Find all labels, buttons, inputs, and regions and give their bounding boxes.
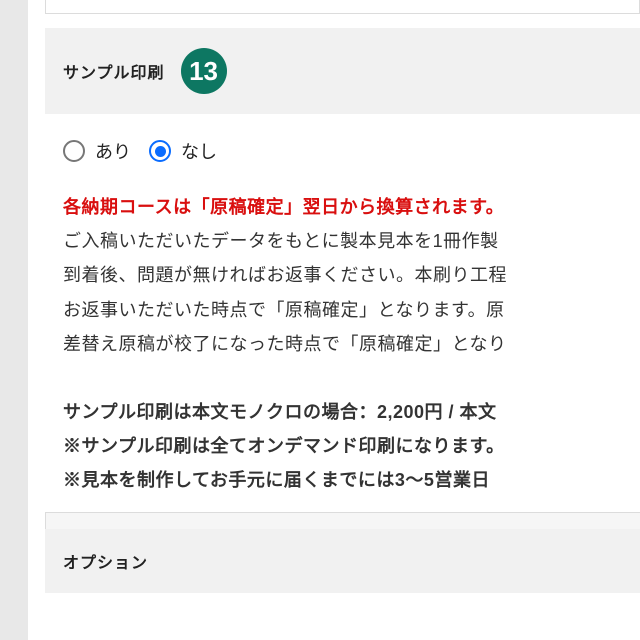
- radio-dot-icon: [155, 146, 166, 157]
- note-text: ※見本を制作してお手元に届くまでには3〜5営業日: [63, 463, 622, 497]
- radio-label-no: なし: [181, 138, 217, 164]
- radio-icon: [63, 140, 85, 162]
- next-section-header: オプション: [45, 529, 640, 593]
- next-section-title: オプション: [63, 555, 148, 572]
- radio-icon-selected: [149, 140, 171, 162]
- price-text: サンプル印刷は本文モノクロの場合：2,200円 / 本文: [63, 395, 622, 429]
- form-panel: サンプル印刷 13 あり なし 各納期コースは「原稿確定」翌日から換算されます。…: [45, 0, 640, 640]
- previous-section-edge: [45, 0, 640, 14]
- desc-line: お返事いただいた時点で「原稿確定」となります。原: [63, 293, 622, 327]
- section-gap: [45, 513, 640, 529]
- section-body: あり なし 各納期コースは「原稿確定」翌日から換算されます。 ご入稿いただいたデ…: [45, 114, 640, 513]
- radio-option-yes[interactable]: あり: [63, 138, 131, 164]
- warning-text: 各納期コースは「原稿確定」翌日から換算されます。: [63, 190, 622, 224]
- left-rail: [0, 0, 28, 640]
- desc-line: ご入稿いただいたデータをもとに製本見本を1冊作製: [63, 224, 622, 258]
- radio-label-yes: あり: [95, 138, 131, 164]
- description-block: 各納期コースは「原稿確定」翌日から換算されます。 ご入稿いただいたデータをもとに…: [63, 190, 622, 498]
- step-number: 13: [189, 56, 218, 87]
- sample-print-radio-group: あり なし: [63, 138, 622, 164]
- section-title: サンプル印刷: [63, 59, 165, 83]
- desc-line: 到着後、問題が無ければお返事ください。本刷り工程: [63, 258, 622, 292]
- desc-line: 差替え原稿が校了になった時点で「原稿確定」となり: [63, 327, 622, 361]
- step-badge: 13: [181, 48, 227, 94]
- radio-option-no[interactable]: なし: [149, 138, 217, 164]
- section-header: サンプル印刷 13: [45, 28, 640, 114]
- note-text: ※サンプル印刷は全てオンデマンド印刷になります。: [63, 429, 622, 463]
